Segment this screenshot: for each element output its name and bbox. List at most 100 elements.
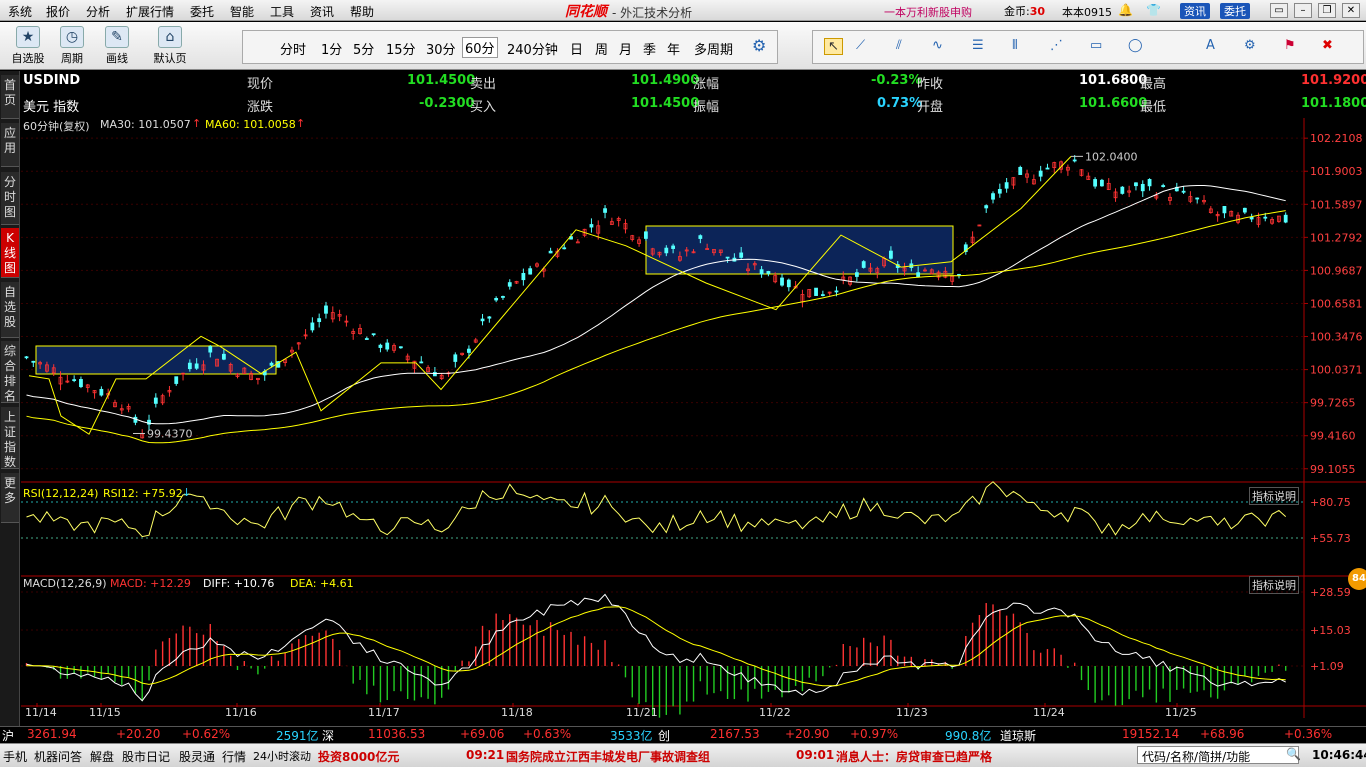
menu-system[interactable]: 系统	[8, 3, 32, 20]
news-headline-1[interactable]: 国务院成立江西丰城发电厂事故调查组	[506, 748, 710, 765]
price-annotation-label: 102.0400	[1085, 150, 1138, 163]
status-qa[interactable]: 机器问答	[34, 748, 82, 765]
menu-trade[interactable]: 委托	[190, 3, 214, 20]
kline-chart[interactable]: 102.0400 99.4370 102.2108 101.9003 101.5897…	[21, 118, 1366, 726]
period-week[interactable]: 周	[595, 39, 608, 58]
ask-label: 卖出	[470, 77, 497, 92]
news-button[interactable]: 资讯	[1180, 3, 1210, 19]
line-tool-icon[interactable]: ⟋	[856, 38, 865, 53]
rectangle-tool-icon[interactable]: ▭	[1090, 38, 1102, 53]
ma-period-label: 60分钟(复权)	[23, 120, 90, 133]
period-day[interactable]: 日	[570, 39, 583, 58]
period-30min[interactable]: 30分	[426, 39, 456, 58]
status-quote[interactable]: 行情	[222, 748, 246, 765]
zigzag-line	[28, 156, 1072, 435]
search-icon[interactable]: 🔍	[1286, 747, 1301, 761]
period-15min[interactable]: 15分	[386, 39, 416, 58]
close-icon[interactable]: ✕	[1342, 3, 1360, 18]
news-time-2: 09:01	[796, 748, 835, 762]
candle-body	[671, 245, 676, 249]
status-24h[interactable]: 24小时滚动	[253, 748, 311, 764]
sidebar-tab-ranking[interactable]: 综合排名	[1, 341, 19, 403]
skin-icon[interactable]: ▭	[1270, 3, 1288, 18]
sidebar-tab-watchlist[interactable]: 自选股	[1, 282, 19, 338]
promo-link[interactable]: 一本万利新股申购	[884, 4, 972, 20]
status-mobile[interactable]: 手机	[3, 748, 27, 765]
period-year[interactable]: 年	[667, 39, 680, 58]
fibonacci-tool-icon[interactable]: ☰	[972, 38, 984, 53]
period-timeshare[interactable]: 分时	[280, 39, 306, 58]
wave-tool-icon[interactable]: ∿	[932, 38, 943, 53]
candle-body	[1147, 179, 1152, 187]
menu-help[interactable]: 帮助	[350, 3, 374, 20]
coins-display: 金币:30	[1004, 5, 1046, 18]
period-month[interactable]: 月	[619, 39, 632, 58]
news-headline-2[interactable]: 消息人士：房贷审查已趋严格	[836, 748, 992, 765]
delete-tool-icon[interactable]: ✖	[1322, 38, 1333, 53]
maximize-icon[interactable]: ❐	[1318, 3, 1336, 18]
draw-label: 画线	[106, 52, 128, 65]
candle-body	[814, 287, 818, 296]
text-tool-icon[interactable]: A	[1206, 38, 1215, 53]
rsi-indicator-help-button[interactable]: 指标说明	[1249, 487, 1299, 505]
status-stock-tong[interactable]: 股灵通	[179, 748, 215, 765]
macd-tick-label: +15.03	[1310, 624, 1351, 637]
cursor-tool-icon[interactable]: ↖	[824, 38, 843, 55]
settings-icon[interactable]: ⚙	[752, 36, 766, 55]
trade-button[interactable]: 委托	[1220, 3, 1250, 19]
notification-badge[interactable]: 84	[1348, 568, 1366, 590]
period-5min[interactable]: 5分	[353, 39, 374, 58]
candle-body	[1222, 206, 1227, 214]
bell-icon[interactable]: 🔔	[1118, 3, 1133, 17]
rsi-tick-label: +80.75	[1310, 496, 1351, 509]
sidebar-tab-home[interactable]: 首页	[1, 75, 19, 119]
mark-tool-icon[interactable]: ⚑	[1284, 38, 1296, 53]
draw-button[interactable]: ✎ 画线	[97, 26, 137, 66]
news-ticker-1[interactable]: 投资8000亿元	[318, 748, 399, 765]
parallel-tool-icon[interactable]: ⫽	[896, 38, 902, 53]
change-value: -0.2300	[419, 96, 475, 111]
menu-quote[interactable]: 报价	[46, 3, 70, 20]
date-label: 11/21	[626, 706, 658, 719]
price-tick-label: 101.2792	[1310, 231, 1363, 244]
pct-change-label: 涨幅	[693, 77, 720, 92]
period-quarter[interactable]: 季	[643, 39, 656, 58]
price-tick-label: 99.4160	[1310, 430, 1356, 443]
status-diary[interactable]: 股市日记	[122, 748, 170, 765]
low-label: 最低	[1140, 100, 1167, 115]
menu-analysis[interactable]: 分析	[86, 3, 110, 20]
menu-news[interactable]: 资讯	[310, 3, 334, 20]
period-60min[interactable]: 60分	[462, 37, 498, 58]
macd-indicator-help-button[interactable]: 指标说明	[1249, 576, 1299, 594]
candle-body	[467, 348, 471, 353]
sidebar-tab-apps[interactable]: 应用	[1, 123, 19, 167]
ellipse-tool-icon[interactable]: ◯	[1128, 38, 1143, 53]
candle-body	[1093, 179, 1098, 187]
tool-settings-icon[interactable]: ⚙	[1244, 38, 1256, 53]
minimize-icon[interactable]: –	[1294, 3, 1312, 18]
shirt-icon[interactable]: 👕	[1146, 3, 1161, 17]
menu-smart[interactable]: 智能	[230, 3, 254, 20]
search-input[interactable]: 代码/名称/简拼/功能	[1137, 746, 1299, 764]
dj-pct: +0.36%	[1284, 727, 1333, 741]
period-240min[interactable]: 240分钟	[507, 39, 558, 58]
status-analysis[interactable]: 解盘	[90, 748, 114, 765]
cy-label: 创	[658, 729, 671, 743]
period-button[interactable]: ◷ 周期	[52, 26, 92, 66]
sidebar-tab-timeshare[interactable]: 分时图	[1, 172, 19, 225]
default-page-button[interactable]: ⌂ 默认页	[150, 26, 190, 66]
period-1min[interactable]: 1分	[321, 39, 342, 58]
macd-tick-label: +1.09	[1310, 660, 1344, 673]
period-multi[interactable]: 多周期	[694, 39, 733, 58]
bars-tool-icon[interactable]: ⦀	[1012, 38, 1018, 53]
ask-value: 101.4900	[631, 73, 700, 88]
bid-value: 101.4500	[631, 96, 700, 111]
sidebar-tab-shanghai-index[interactable]: 上证指数	[1, 407, 19, 469]
sz-label: 深	[322, 729, 335, 743]
watchlist-button[interactable]: ★ 自选股	[8, 26, 48, 66]
sidebar-tab-more[interactable]: 更多	[1, 473, 19, 523]
menu-tools[interactable]: 工具	[270, 3, 294, 20]
sidebar-tab-kline[interactable]: K线图	[1, 228, 19, 278]
channel-tool-icon[interactable]: ⋰	[1050, 38, 1063, 53]
menu-extended-quote[interactable]: 扩展行情	[126, 3, 174, 20]
